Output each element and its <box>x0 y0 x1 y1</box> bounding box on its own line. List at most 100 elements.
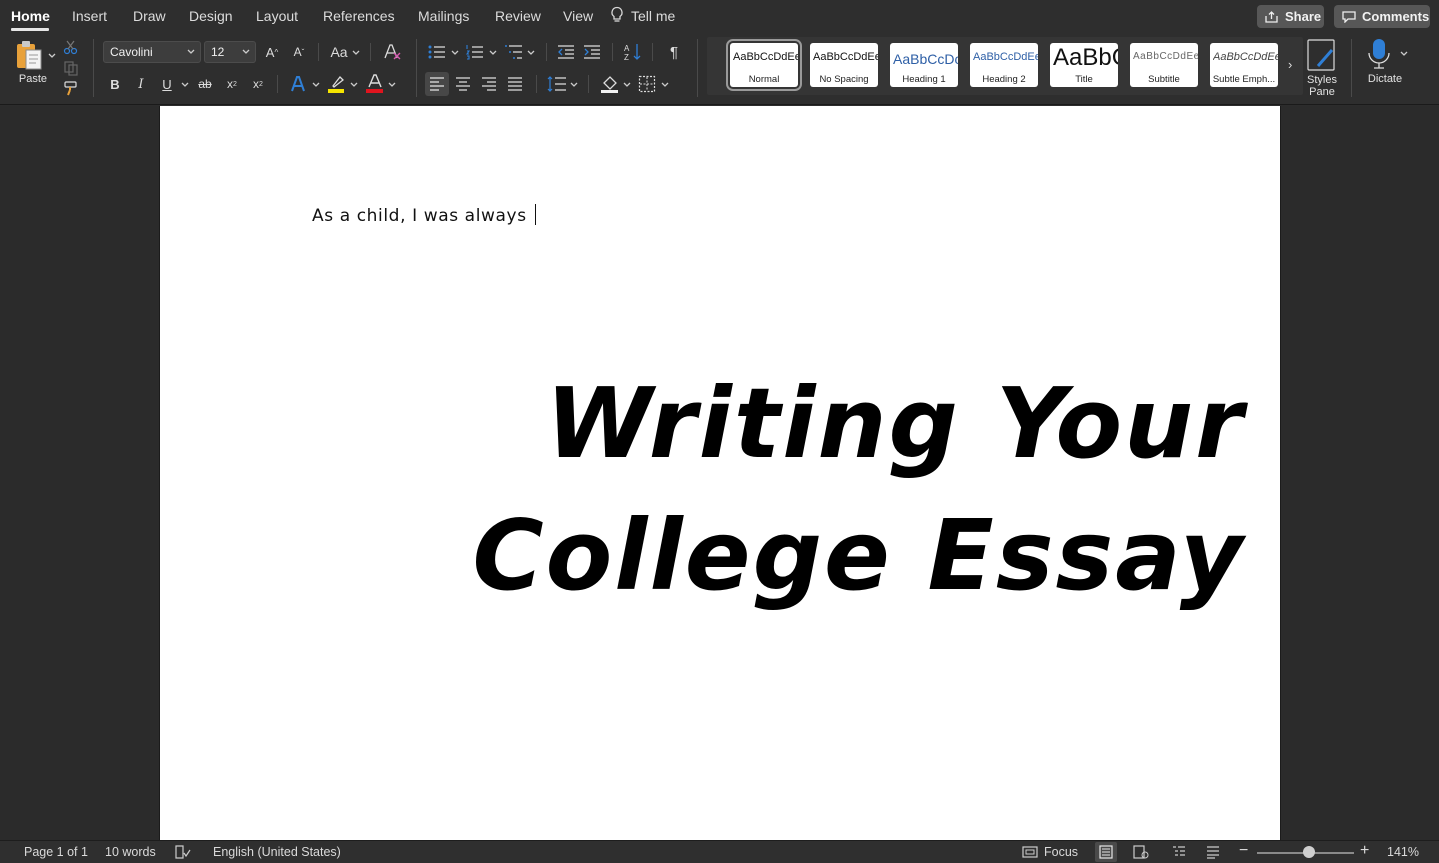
cut-icon[interactable] <box>63 39 79 55</box>
change-case-button[interactable]: Aa <box>328 41 350 63</box>
decrease-indent-icon[interactable] <box>557 44 575 60</box>
chevron-down-icon[interactable] <box>623 82 631 88</box>
chevron-down-icon[interactable] <box>352 50 360 56</box>
strikethrough-icon[interactable]: ab <box>194 73 216 95</box>
borders-icon[interactable] <box>638 75 656 93</box>
shrink-font-icon[interactable]: Aˇ <box>288 41 310 63</box>
chevron-down-icon[interactable] <box>1400 51 1408 57</box>
align-center-icon[interactable] <box>455 76 471 92</box>
font-color-icon[interactable] <box>365 74 385 94</box>
underline-icon[interactable]: U <box>156 73 178 95</box>
tab-view[interactable]: View <box>563 8 593 24</box>
style-title[interactable]: AaBbC Title <box>1050 43 1118 87</box>
bullets-icon[interactable] <box>428 44 446 60</box>
increase-indent-icon[interactable] <box>583 44 601 60</box>
chevron-down-icon[interactable] <box>451 50 459 56</box>
share-button[interactable]: Share <box>1257 5 1324 28</box>
chevron-down-icon[interactable] <box>489 50 497 56</box>
style-preview: AaBbCcDdEe <box>973 51 1038 63</box>
web-layout-icon[interactable] <box>1133 845 1149 859</box>
clear-formatting-icon[interactable] <box>382 43 402 61</box>
tab-mailings[interactable]: Mailings <box>418 8 469 24</box>
paste-icon[interactable] <box>15 39 45 71</box>
chevron-down-icon[interactable] <box>570 82 578 88</box>
grow-font-icon[interactable]: A ^ <box>261 41 283 63</box>
show-formatting-marks-icon[interactable]: ¶ <box>663 41 685 63</box>
text-cursor <box>534 204 536 225</box>
font-name-select[interactable]: Cavolini <box>103 41 201 63</box>
tab-review[interactable]: Review <box>495 8 541 24</box>
language-status[interactable]: English (United States) <box>213 845 341 859</box>
document-page[interactable]: As a child, I was always Writing Your Co… <box>159 106 1281 840</box>
zoom-level[interactable]: 141% <box>1387 845 1419 859</box>
menu-tab-bar: Home Insert Draw Design Layout Reference… <box>0 0 1439 33</box>
style-subtle-emph[interactable]: AaBbCcDdEe Subtle Emph... <box>1210 43 1278 87</box>
ribbon-divider <box>1351 39 1352 97</box>
numbering-icon[interactable] <box>466 44 484 60</box>
focus-label[interactable]: Focus <box>1044 845 1078 859</box>
chevron-down-icon[interactable] <box>527 50 535 56</box>
chevron-down-icon[interactable] <box>388 82 396 88</box>
style-heading-2[interactable]: AaBbCcDdEe Heading 2 <box>970 43 1038 87</box>
sort-icon[interactable]: AZ <box>623 42 643 62</box>
chevron-down-icon[interactable] <box>181 82 189 88</box>
highlighter-icon[interactable] <box>327 74 347 94</box>
italic-icon[interactable]: I <box>130 73 152 95</box>
comments-button[interactable]: Comments <box>1334 5 1430 28</box>
style-name-label: Subtle Emph... <box>1212 74 1276 85</box>
style-name-label: Heading 1 <box>902 74 946 85</box>
style-normal[interactable]: AaBbCcDdEe Normal <box>726 39 802 91</box>
format-painter-icon[interactable] <box>63 80 79 96</box>
tab-insert[interactable]: Insert <box>72 8 107 24</box>
tab-references[interactable]: References <box>323 8 395 24</box>
word-count[interactable]: 10 words <box>105 845 156 859</box>
title-line-2: College Essay <box>472 499 1245 612</box>
gallery-more-arrow-icon[interactable]: › <box>1288 57 1292 72</box>
align-left-icon[interactable] <box>429 76 445 92</box>
align-right-icon[interactable] <box>481 76 497 92</box>
zoom-out-icon[interactable]: − <box>1239 842 1248 860</box>
tab-design[interactable]: Design <box>189 8 233 24</box>
font-name-value: Cavolini <box>110 45 153 59</box>
active-tab-indicator <box>11 28 49 31</box>
page-count[interactable]: Page 1 of 1 <box>24 845 88 859</box>
body-paragraph[interactable]: As a child, I was always <box>312 204 536 226</box>
text-effects-icon[interactable] <box>289 75 307 93</box>
proofing-icon[interactable] <box>175 845 191 859</box>
chevron-down-icon[interactable] <box>661 82 669 88</box>
chevron-down-icon[interactable] <box>312 82 320 88</box>
font-size-select[interactable]: 12 <box>204 41 256 63</box>
chevron-down-icon[interactable] <box>350 82 358 88</box>
ribbon-divider <box>546 43 547 61</box>
line-spacing-icon[interactable] <box>547 75 567 93</box>
style-preview: AaBbCcDdEe <box>813 51 878 63</box>
tab-draw[interactable]: Draw <box>133 8 166 24</box>
zoom-in-icon[interactable]: + <box>1360 842 1369 860</box>
bold-icon[interactable]: B <box>104 73 126 95</box>
microphone-icon[interactable] <box>1368 38 1392 70</box>
style-subtitle[interactable]: AaBbCcDdEe Subtitle <box>1130 43 1198 87</box>
copy-icon[interactable] <box>63 60 79 76</box>
styles-pane-icon[interactable] <box>1306 38 1338 72</box>
style-preview: AaBbCcDdEe <box>1133 51 1198 62</box>
multilevel-list-icon[interactable] <box>504 44 524 60</box>
document-title[interactable]: Writing Your College Essay <box>472 358 1245 622</box>
tab-home[interactable]: Home <box>11 8 50 24</box>
shading-icon[interactable] <box>600 74 620 94</box>
draft-view-icon[interactable] <box>1206 845 1220 859</box>
ribbon-divider <box>93 39 94 97</box>
superscript-icon[interactable]: x2 <box>247 73 269 95</box>
tell-me-search[interactable]: Tell me <box>631 8 675 24</box>
print-layout-icon[interactable] <box>1099 845 1113 859</box>
zoom-slider-thumb[interactable] <box>1303 846 1315 858</box>
focus-icon[interactable] <box>1022 846 1038 858</box>
style-no-spacing[interactable]: AaBbCcDdEe No Spacing <box>810 43 878 87</box>
justify-icon[interactable] <box>507 76 523 92</box>
subscript-icon[interactable]: x2 <box>221 73 243 95</box>
tab-layout[interactable]: Layout <box>256 8 298 24</box>
chevron-down-icon[interactable] <box>48 53 56 59</box>
style-preview: AaBbCcDdEe <box>1213 51 1278 63</box>
outline-view-icon[interactable] <box>1172 845 1186 859</box>
chevron-down-icon <box>242 49 250 54</box>
style-heading-1[interactable]: AaBbCcDc Heading 1 <box>890 43 958 87</box>
